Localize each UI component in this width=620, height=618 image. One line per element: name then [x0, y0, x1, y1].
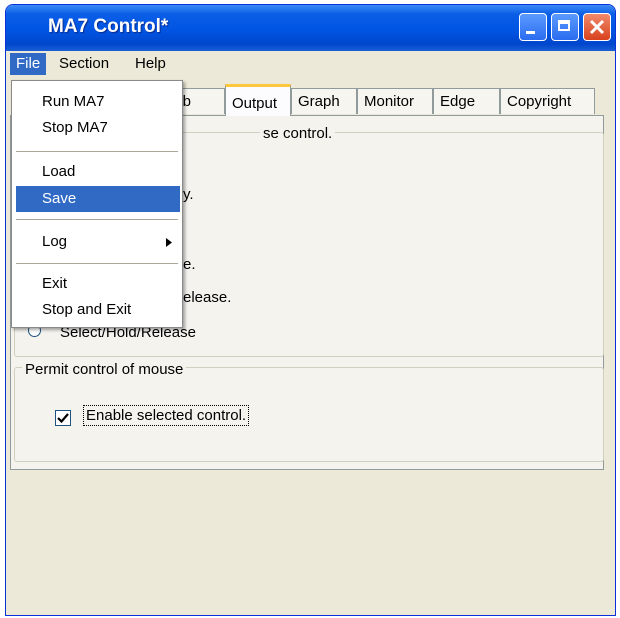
- menu-bar: File Section Help: [0, 50, 620, 78]
- window-title: MA7 Control*: [48, 16, 169, 37]
- option-text-fragment: elease.: [183, 289, 232, 306]
- menu-separator: [16, 219, 178, 220]
- title-bar[interactable]: MA7 Control*: [6, 5, 615, 51]
- tab-output[interactable]: Output: [225, 84, 291, 116]
- tab-copyright[interactable]: Copyright: [500, 88, 595, 114]
- menu-item-run-ma7[interactable]: Run MA7: [12, 89, 182, 115]
- menu-help[interactable]: Help: [129, 53, 172, 75]
- submenu-arrow-icon: [166, 238, 172, 247]
- close-icon: [589, 19, 605, 35]
- menu-separator: [16, 151, 178, 152]
- tab-monitor[interactable]: Monitor: [357, 88, 433, 114]
- enable-selected-control-label[interactable]: Enable selected control.: [83, 405, 250, 426]
- menu-item-log-label: Log: [42, 233, 68, 250]
- enable-selected-control-checkbox[interactable]: [55, 410, 71, 426]
- menu-file[interactable]: File: [10, 53, 47, 75]
- menu-item-log[interactable]: Log: [12, 229, 182, 255]
- option-text-fragment: e.: [183, 256, 196, 273]
- mouse-control-group-legend: se control.: [260, 125, 336, 142]
- menu-item-exit[interactable]: Exit: [12, 271, 182, 297]
- menu-item-stop-ma7[interactable]: Stop MA7: [12, 115, 182, 141]
- menu-item-stop-and-exit[interactable]: Stop and Exit: [12, 297, 182, 323]
- tab-graph[interactable]: Graph: [291, 88, 357, 114]
- close-button[interactable]: [583, 13, 611, 41]
- file-menu-dropdown: Run MA7 Stop MA7 Load Save Log Exit Stop…: [11, 80, 183, 328]
- menu-separator: [16, 263, 178, 264]
- menu-section[interactable]: Section: [53, 53, 115, 75]
- minimize-button[interactable]: [519, 13, 547, 41]
- tab-edge[interactable]: Edge: [433, 88, 500, 114]
- maximize-button[interactable]: [551, 13, 579, 41]
- menu-item-load[interactable]: Load: [12, 159, 182, 185]
- checkmark-icon: [57, 413, 69, 424]
- menu-item-save[interactable]: Save: [16, 186, 180, 212]
- permit-control-group-legend: Permit control of mouse: [22, 361, 187, 378]
- option-text-fragment: y.: [183, 186, 194, 203]
